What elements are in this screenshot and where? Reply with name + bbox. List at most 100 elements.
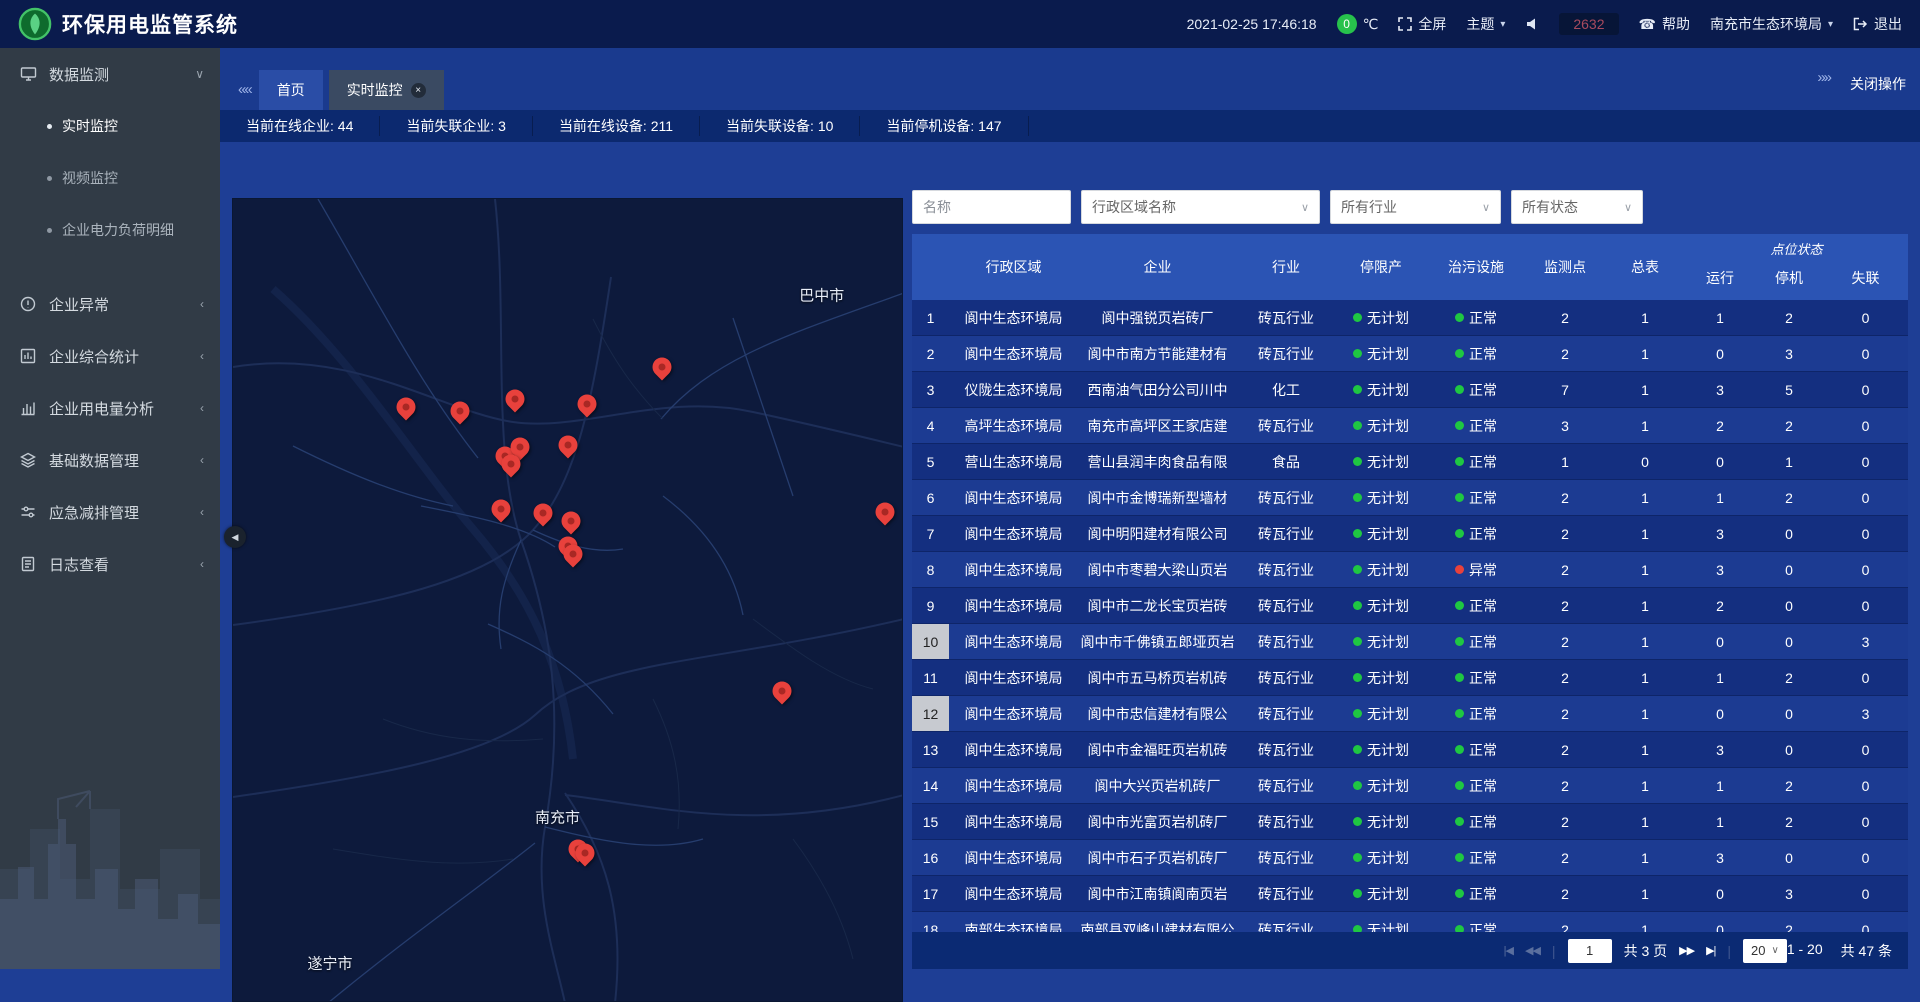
cell-limit: 无计划 bbox=[1335, 660, 1427, 695]
sidebar-collapse-toggle[interactable]: ◀ bbox=[224, 526, 246, 548]
tabs-scroll-left-button[interactable]: «« bbox=[230, 81, 259, 110]
sidebar-item-log-view[interactable]: 日志查看 ‹ bbox=[0, 538, 220, 590]
table-row[interactable]: 17阆中生态环境局阆中市江南镇阆南页岩砖瓦行业无计划正常21030 bbox=[912, 876, 1908, 912]
map[interactable]: 巴中市南充市遂宁市 bbox=[232, 198, 903, 1002]
help-button[interactable]: ☎ 帮助 bbox=[1639, 14, 1690, 34]
table-row[interactable]: 13阆中生态环境局阆中市金福旺页岩机砖砖瓦行业无计划正常21300 bbox=[912, 732, 1908, 768]
cell-run: 1 bbox=[1685, 480, 1755, 515]
fullscreen-button[interactable]: 全屏 bbox=[1398, 14, 1446, 34]
sidebar-item-enterprise-statistics[interactable]: 企业综合统计 ‹ bbox=[0, 330, 220, 382]
cell-meters: 1 bbox=[1605, 660, 1685, 695]
close-operations-button[interactable]: 关闭操作 bbox=[1850, 74, 1906, 94]
fullscreen-icon bbox=[1398, 17, 1412, 31]
cell-lost: 0 bbox=[1823, 768, 1908, 803]
page-size-select[interactable]: 20 ∨ bbox=[1743, 939, 1787, 963]
sidebar-item-data-monitoring[interactable]: 数据监测 ∨ bbox=[0, 48, 220, 100]
tab-realtime-monitoring[interactable]: 实时监控 × bbox=[329, 70, 444, 110]
sidebar-item-enterprise-anomaly[interactable]: 企业异常 ‹ bbox=[0, 278, 220, 330]
cell-lost: 0 bbox=[1823, 516, 1908, 551]
first-page-button[interactable]: |◀ bbox=[1504, 944, 1513, 957]
stat-item: 当前失联企业: 3 bbox=[380, 116, 533, 136]
theme-dropdown[interactable]: 主题 ▾ bbox=[1466, 14, 1505, 34]
table-row[interactable]: 3仪陇生态环境局西南油气田分公司川中化工无计划正常71350 bbox=[912, 372, 1908, 408]
close-icon[interactable]: × bbox=[411, 83, 426, 98]
cell-limit: 无计划 bbox=[1335, 732, 1427, 767]
cell-lost: 3 bbox=[1823, 696, 1908, 731]
filter-bar: 行政区域名称 ∨ 所有行业 ∨ 所有状态 ∨ bbox=[912, 190, 1908, 224]
table-row[interactable]: 5营山生态环境局营山县润丰肉食品有限食品无计划正常10010 bbox=[912, 444, 1908, 480]
datetime: 2021-02-25 17:46:18 bbox=[1187, 16, 1317, 32]
sidebar-item-power-load-detail[interactable]: 企业电力负荷明细 bbox=[0, 204, 220, 256]
cell-limit: 无计划 bbox=[1335, 444, 1427, 479]
table-row[interactable]: 4高坪生态环境局南充市高坪区王家店建砖瓦行业无计划正常31220 bbox=[912, 408, 1908, 444]
stat-item: 当前在线企业: 44 bbox=[236, 116, 380, 136]
alert-circle-icon bbox=[18, 296, 38, 312]
table-header: 行政区域 企业 行业 停限产 治污设施 监测点 总表 点位状态 运行 停机 失联 bbox=[912, 234, 1908, 300]
app-title: 环保用电监管系统 bbox=[62, 9, 238, 39]
sidebar-item-power-analysis[interactable]: 企业用电量分析 ‹ bbox=[0, 382, 220, 434]
cell-points: 2 bbox=[1525, 336, 1605, 371]
status-dot bbox=[1353, 781, 1362, 790]
cell-company: 阆中市千佛镇五郎垭页岩 bbox=[1078, 624, 1237, 659]
table-row[interactable]: 9阆中生态环境局阆中市二龙长宝页岩砖砖瓦行业无计划正常21200 bbox=[912, 588, 1908, 624]
cell-facility: 正常 bbox=[1427, 444, 1525, 479]
sidebar-item-base-data[interactable]: 基础数据管理 ‹ bbox=[0, 434, 220, 486]
tab-bar: «« 首页 实时监控 × »» 关闭操作 bbox=[220, 48, 1920, 110]
last-page-button[interactable]: ▶| bbox=[1706, 944, 1715, 957]
cell-facility: 正常 bbox=[1427, 372, 1525, 407]
region-filter-select[interactable]: 行政区域名称 ∨ bbox=[1081, 190, 1320, 224]
status-dot bbox=[1455, 385, 1464, 394]
cell-facility: 正常 bbox=[1427, 336, 1525, 371]
cell-limit: 无计划 bbox=[1335, 480, 1427, 515]
table-row[interactable]: 16阆中生态环境局阆中市石子页岩机砖厂砖瓦行业无计划正常21300 bbox=[912, 840, 1908, 876]
table-row[interactable]: 10阆中生态环境局阆中市千佛镇五郎垭页岩砖瓦行业无计划正常21003 bbox=[912, 624, 1908, 660]
row-index: 10 bbox=[912, 624, 949, 659]
status-filter-select[interactable]: 所有状态 ∨ bbox=[1511, 190, 1643, 224]
cell-facility: 正常 bbox=[1427, 912, 1525, 932]
status-dot bbox=[1455, 493, 1464, 502]
table-row[interactable]: 11阆中生态环境局阆中市五马桥页岩机砖砖瓦行业无计划正常21120 bbox=[912, 660, 1908, 696]
industry-filter-select[interactable]: 所有行业 ∨ bbox=[1330, 190, 1501, 224]
row-index: 15 bbox=[912, 804, 949, 839]
cell-run: 1 bbox=[1685, 660, 1755, 695]
cell-points: 2 bbox=[1525, 912, 1605, 932]
row-index: 16 bbox=[912, 840, 949, 875]
cell-limit: 无计划 bbox=[1335, 516, 1427, 551]
cell-run: 1 bbox=[1685, 300, 1755, 335]
announcement-button[interactable] bbox=[1525, 17, 1539, 31]
cell-industry: 砖瓦行业 bbox=[1237, 876, 1335, 911]
sidebar-item-emergency-management[interactable]: 应急减排管理 ‹ bbox=[0, 486, 220, 538]
logout-button[interactable]: 退出 bbox=[1853, 14, 1902, 34]
sidebar-item-video-monitoring[interactable]: 视频监控 bbox=[0, 152, 220, 204]
cell-company: 营山县润丰肉食品有限 bbox=[1078, 444, 1237, 479]
org-dropdown[interactable]: 南充市生态环境局 ▾ bbox=[1710, 14, 1833, 34]
cell-run: 0 bbox=[1685, 624, 1755, 659]
table-row[interactable]: 14阆中生态环境局阆中大兴页岩机砖厂砖瓦行业无计划正常21120 bbox=[912, 768, 1908, 804]
table-row[interactable]: 15阆中生态环境局阆中市光富页岩机砖厂砖瓦行业无计划正常21120 bbox=[912, 804, 1908, 840]
sidebar-item-realtime-monitoring[interactable]: 实时监控 bbox=[0, 100, 220, 152]
cell-company: 阆中市二龙长宝页岩砖 bbox=[1078, 588, 1237, 623]
tabs-scroll-right-button[interactable]: »» bbox=[1809, 69, 1838, 98]
tab-home[interactable]: 首页 bbox=[259, 70, 323, 110]
table-row[interactable]: 18南部生态环境局南部县双峰山建材有限公砖瓦行业无计划正常21020 bbox=[912, 912, 1908, 932]
cell-industry: 砖瓦行业 bbox=[1237, 768, 1335, 803]
table-row[interactable]: 7阆中生态环境局阆中明阳建材有限公司砖瓦行业无计划正常21300 bbox=[912, 516, 1908, 552]
page-number-input[interactable] bbox=[1568, 939, 1612, 963]
table-row[interactable]: 6阆中生态环境局阆中市金博瑞新型墙材砖瓦行业无计划正常21120 bbox=[912, 480, 1908, 516]
row-index: 9 bbox=[912, 588, 949, 623]
chevron-down-icon: ∨ bbox=[195, 67, 204, 81]
table-row[interactable]: 2阆中生态环境局阆中市南方节能建材有砖瓦行业无计划正常21030 bbox=[912, 336, 1908, 372]
table-row[interactable]: 1阆中生态环境局阆中强锐页岩砖厂砖瓦行业无计划正常21120 bbox=[912, 300, 1908, 336]
name-filter-input[interactable] bbox=[912, 190, 1071, 224]
next-page-button[interactable]: ▶▶ bbox=[1679, 944, 1694, 957]
bullet-icon bbox=[47, 124, 52, 129]
analysis-chart-icon bbox=[18, 400, 38, 416]
row-index: 14 bbox=[912, 768, 949, 803]
table-row[interactable]: 12阆中生态环境局阆中市忠信建材有限公砖瓦行业无计划正常21003 bbox=[912, 696, 1908, 732]
status-dot bbox=[1353, 673, 1362, 682]
prev-page-button[interactable]: ◀◀ bbox=[1525, 944, 1540, 957]
cell-limit: 无计划 bbox=[1335, 768, 1427, 803]
alert-count-badge[interactable]: 2632 bbox=[1559, 13, 1618, 35]
cell-lost: 0 bbox=[1823, 912, 1908, 932]
table-row[interactable]: 8阆中生态环境局阆中市枣碧大梁山页岩砖瓦行业无计划异常21300 bbox=[912, 552, 1908, 588]
